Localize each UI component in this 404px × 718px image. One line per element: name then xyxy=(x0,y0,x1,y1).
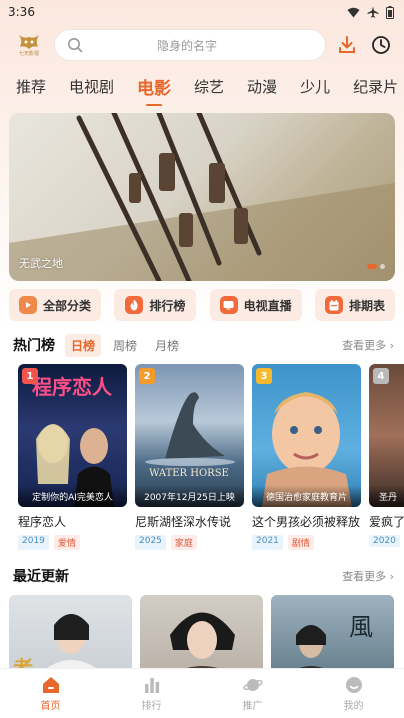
clock-icon xyxy=(372,36,390,54)
tab-tv-series[interactable]: 电视剧 xyxy=(69,76,114,97)
movie-title: 这个男孩必须被释放 xyxy=(252,515,361,529)
home-icon xyxy=(42,676,59,693)
tab-daily[interactable]: 日榜 xyxy=(65,333,102,357)
calendar-icon xyxy=(324,296,343,314)
tv-icon xyxy=(219,296,238,314)
history-button[interactable] xyxy=(368,32,394,58)
tab-recommend[interactable]: 推荐 xyxy=(16,76,46,97)
year-tag: 2019 xyxy=(18,535,49,550)
download-icon xyxy=(339,36,355,53)
flame-icon xyxy=(125,296,144,314)
svg-text:風: 風 xyxy=(349,613,373,641)
airplane-icon xyxy=(367,6,379,18)
banner-indicator xyxy=(367,264,385,269)
movie-card[interactable]: WATER HORSE 2 2007年12月25日上映 尼斯湖怪深水传说 202… xyxy=(135,364,244,550)
genre-tag: 剧情 xyxy=(287,535,314,550)
tab-anime[interactable]: 动漫 xyxy=(247,76,277,97)
quick-label: 全部分类 xyxy=(42,298,91,313)
movie-title: 爱疯了 xyxy=(369,515,404,529)
movie-poster: 3 德国治愈家庭教育片 xyxy=(252,364,361,507)
ranking-button[interactable]: 排行榜 xyxy=(114,289,197,321)
movie-poster: 程序恋人 1 定制你的AI完美恋人 xyxy=(18,364,127,507)
nav-label: 我的 xyxy=(343,700,364,712)
movie-card[interactable]: 4 圣丹 爱疯了 2020 xyxy=(369,364,404,550)
quick-label: 排期表 xyxy=(348,298,385,313)
app-header: 七天影视 隐身的名字 xyxy=(0,24,404,66)
banner-carousel[interactable]: 无武之地 xyxy=(9,113,395,281)
recent-section-title: 最近更新 xyxy=(13,569,69,585)
status-time: 3:36 xyxy=(8,5,35,19)
rank-badge: 1 xyxy=(22,368,38,384)
movie-card[interactable]: 3 德国治愈家庭教育片 这个男孩必须被释放 2021 剧情 xyxy=(252,364,361,550)
genre-tag: 家庭 xyxy=(170,535,197,550)
rank-badge: 3 xyxy=(256,368,272,384)
recent-section-header: 最近更新 查看更多 › xyxy=(0,560,404,592)
movie-title: 程序恋人 xyxy=(18,515,67,529)
banner-image xyxy=(9,113,395,281)
svg-text:程序恋人: 程序恋人 xyxy=(32,375,113,399)
banner-caption: 无武之地 xyxy=(19,257,63,270)
poster-note: 圣丹 xyxy=(369,485,404,507)
banner-dot xyxy=(380,264,385,269)
category-tabs: 推荐 电视剧 电影 综艺 动漫 少儿 纪录片 xyxy=(0,66,404,106)
bar-chart-icon xyxy=(144,677,159,693)
year-tag: 2025 xyxy=(135,535,166,550)
tab-weekly[interactable]: 周榜 xyxy=(107,334,143,357)
app-logo[interactable]: 七天影视 xyxy=(14,30,44,60)
hot-section-header: 热门榜 日榜 周榜 月榜 查看更多 › xyxy=(0,329,404,361)
svg-text:WATER HORSE: WATER HORSE xyxy=(149,468,229,479)
poster-note: 德国治愈家庭教育片 xyxy=(252,485,361,507)
nav-home[interactable]: 首页 xyxy=(0,669,101,718)
logo-text: 七天影视 xyxy=(18,51,39,57)
genre-tag: 爱情 xyxy=(53,535,80,550)
rank-badge: 4 xyxy=(373,368,389,384)
nav-label: 排行 xyxy=(141,700,162,712)
movie-card[interactable]: 程序恋人 1 定制你的AI完美恋人 程序恋人 2019 爱情 xyxy=(18,364,127,550)
tab-monthly[interactable]: 月榜 xyxy=(149,334,185,357)
hot-list: 程序恋人 1 定制你的AI完美恋人 程序恋人 2019 爱情 WATER HOR… xyxy=(0,364,404,550)
schedule-button[interactable]: 排期表 xyxy=(314,289,395,321)
bottom-nav: 首页 排行 推广 我的 xyxy=(0,668,404,718)
recent-more-link[interactable]: 查看更多 › xyxy=(342,568,394,584)
nav-ranking[interactable]: 排行 xyxy=(101,669,202,718)
wifi-icon xyxy=(347,7,360,17)
quick-entries: 全部分类 排行榜 电视直播 排期表 xyxy=(0,289,404,321)
tv-live-button[interactable]: 电视直播 xyxy=(209,289,302,321)
smile-icon xyxy=(345,676,362,693)
nav-label: 推广 xyxy=(242,700,263,712)
year-tag: 2020 xyxy=(369,535,400,547)
banner-dot xyxy=(367,264,377,269)
tab-variety[interactable]: 综艺 xyxy=(194,76,224,97)
hot-section-title: 热门榜 xyxy=(13,338,55,354)
download-button[interactable] xyxy=(334,32,360,58)
quick-label: 电视直播 xyxy=(243,298,292,313)
nav-promote[interactable]: 推广 xyxy=(202,669,303,718)
all-categories-button[interactable]: 全部分类 xyxy=(9,289,101,321)
tab-kids[interactable]: 少儿 xyxy=(300,76,330,97)
poster-note: 定制你的AI完美恋人 xyxy=(18,485,127,507)
movie-poster: WATER HORSE 2 2007年12月25日上映 xyxy=(135,364,244,507)
logo-emblem-icon xyxy=(19,35,39,49)
nav-mine[interactable]: 我的 xyxy=(303,669,404,718)
poster-note: 2007年12月25日上映 xyxy=(135,485,244,507)
play-square-icon xyxy=(18,296,37,314)
movie-poster: 4 圣丹 xyxy=(369,364,404,507)
search-placeholder: 隐身的名字 xyxy=(156,38,217,53)
movie-title: 尼斯湖怪深水传说 xyxy=(135,515,232,529)
status-bar: 3:36 xyxy=(0,0,404,24)
rank-badge: 2 xyxy=(139,368,155,384)
planet-icon xyxy=(242,678,263,691)
hot-more-link[interactable]: 查看更多 › xyxy=(342,337,394,353)
year-tag: 2021 xyxy=(252,535,283,550)
search-icon xyxy=(68,38,83,53)
tab-documentary[interactable]: 纪录片 xyxy=(353,76,398,97)
tab-movies[interactable]: 电影 xyxy=(137,74,171,106)
quick-label: 排行榜 xyxy=(149,298,186,313)
battery-icon xyxy=(386,5,394,19)
nav-label: 首页 xyxy=(40,700,61,712)
search-bar[interactable]: 隐身的名字 xyxy=(54,29,326,61)
